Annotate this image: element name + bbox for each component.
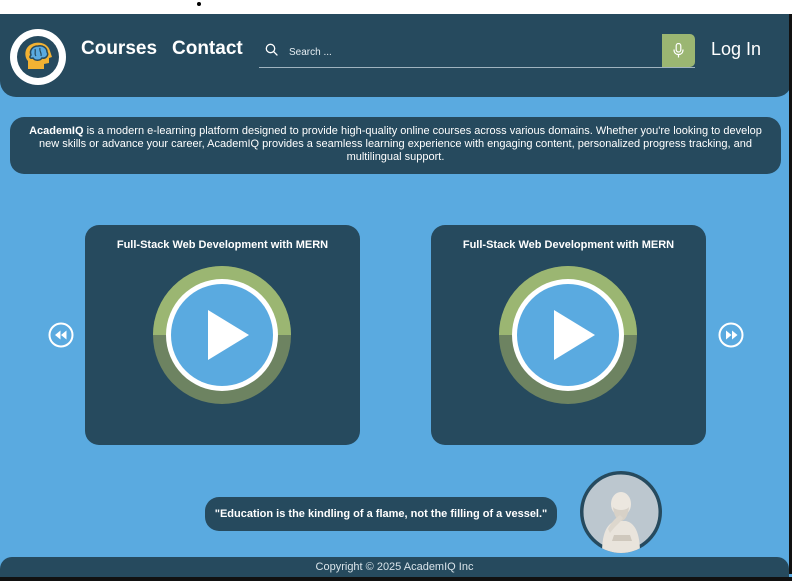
search-bar — [259, 34, 695, 68]
intro-banner: AcademIQ is a modern e-learning platform… — [10, 117, 781, 174]
site-logo[interactable] — [10, 29, 66, 85]
course-card[interactable]: Full-Stack Web Development with MERN — [431, 225, 706, 445]
brain-head-icon — [17, 36, 59, 78]
intro-text: is a modern e-learning platform designed… — [39, 125, 762, 163]
frame-edge-bottom — [0, 577, 792, 581]
quote-text: "Education is the kindling of a flame, n… — [214, 508, 548, 520]
login-link[interactable]: Log In — [711, 39, 761, 60]
search-icon — [265, 43, 278, 56]
philosopher-portrait — [580, 471, 662, 553]
browser-top-strip — [0, 0, 792, 14]
intro-brand: AcademIQ — [29, 125, 84, 137]
nav-contact[interactable]: Contact — [172, 38, 243, 60]
rewind-icon — [48, 322, 74, 348]
course-title: Full-Stack Web Development with MERN — [116, 239, 329, 251]
copyright-text: Copyright © 2025 AcademIQ Inc — [315, 561, 474, 573]
nav-courses[interactable]: Courses — [81, 38, 157, 60]
course-card[interactable]: Full-Stack Web Development with MERN — [85, 225, 360, 445]
voice-search-button[interactable] — [662, 34, 695, 67]
site-footer: Copyright © 2025 AcademIQ Inc — [0, 557, 789, 577]
statue-image — [580, 471, 662, 553]
carousel-prev-button[interactable] — [48, 322, 74, 348]
course-title: Full-Stack Web Development with MERN — [462, 239, 675, 251]
cursor-dot — [197, 2, 201, 6]
search-input[interactable] — [287, 40, 651, 64]
fast-forward-icon — [718, 322, 744, 348]
play-icon[interactable] — [153, 266, 291, 404]
site-header: Courses Contact Log In — [0, 14, 792, 97]
quote-banner: "Education is the kindling of a flame, n… — [205, 497, 557, 531]
play-icon[interactable] — [499, 266, 637, 404]
carousel-next-button[interactable] — [718, 322, 744, 348]
microphone-icon — [673, 43, 684, 58]
